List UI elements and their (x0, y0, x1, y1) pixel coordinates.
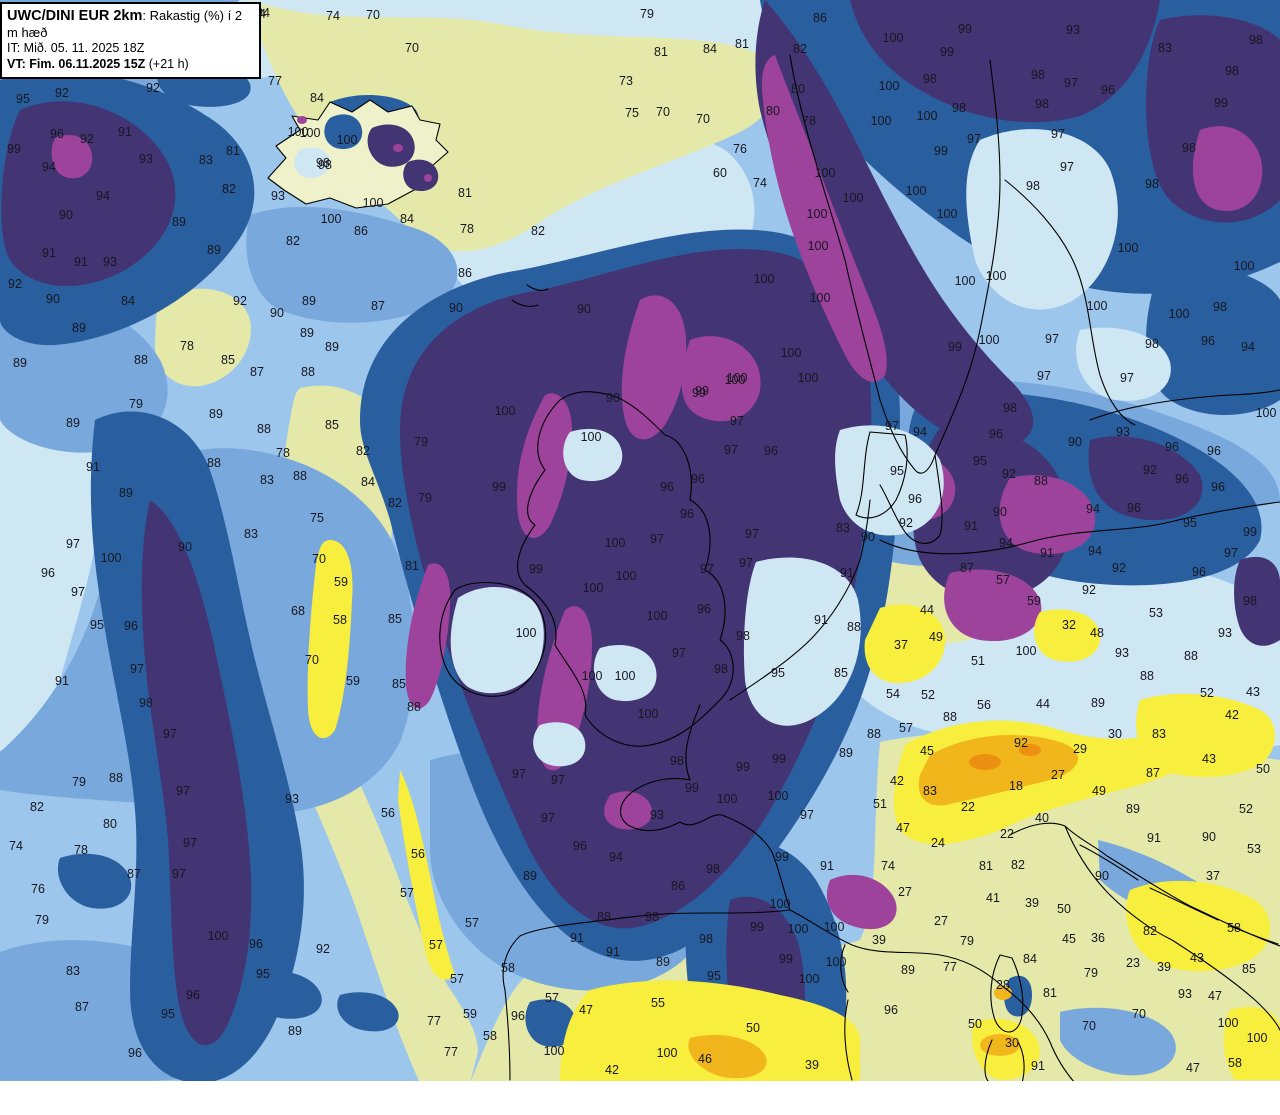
valid-time: VT: Fim. 06.11.2025 15Z (7, 57, 146, 71)
init-time-line: IT: Mið. 05. 11. 2025 18Z (7, 41, 145, 56)
model-name: UWC/DINI EUR 2km (7, 8, 143, 24)
valid-time-line: VT: Fim. 06.11.2025 15Z (+21 h) (7, 57, 253, 73)
model-title-line: UWC/DINI EUR 2km: Rakastig (%) í 2 m hæð (7, 7, 253, 41)
title-box: UWC/DINI EUR 2km: Rakastig (%) í 2 m hæð… (0, 2, 261, 79)
lead-time: (+21 h) (145, 57, 189, 71)
map-canvas (0, 0, 1280, 1083)
humidity-map: 8474707079818481828610099999383989295929… (0, 0, 1280, 1083)
colorbar-strip: 01020304050607080909599.9 (0, 1081, 1280, 1115)
weather-map-screen: 8474707079818481828610099999383989295929… (0, 0, 1280, 1115)
